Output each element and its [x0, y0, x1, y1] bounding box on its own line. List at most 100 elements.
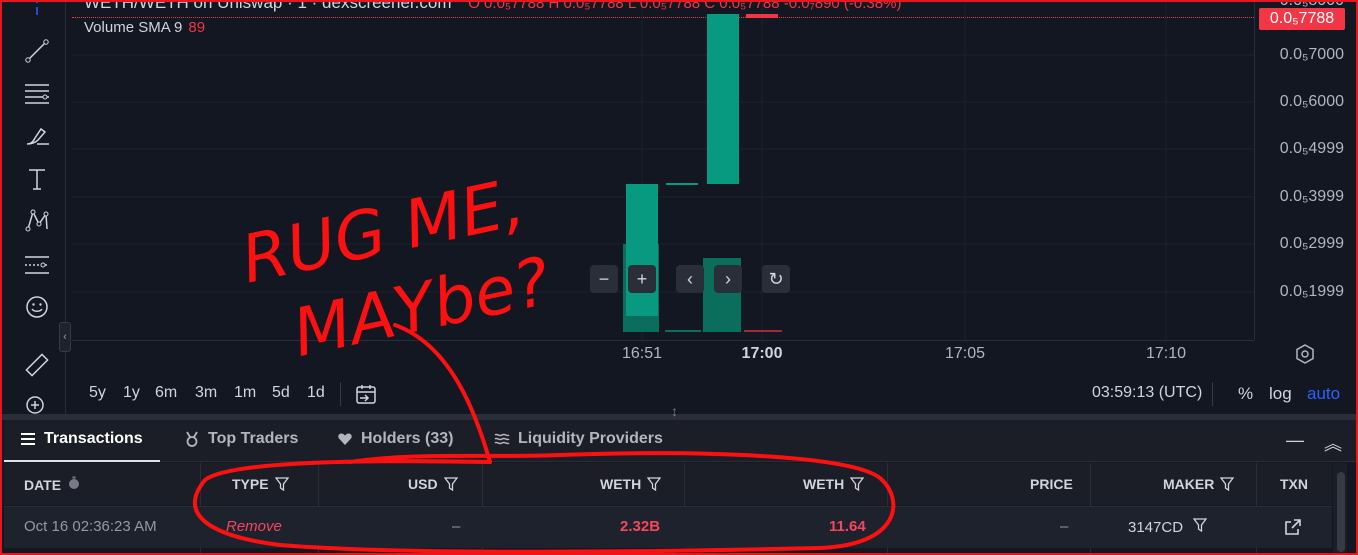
- current-price-tag: 0.0₅7788: [1259, 8, 1345, 30]
- panel-controls: — ︽: [1286, 430, 1342, 456]
- trend-line-icon[interactable]: [22, 36, 52, 66]
- time-tick: 17:00: [741, 345, 783, 362]
- price-tick: 0.0₅6000: [1279, 93, 1344, 110]
- range-5y-button[interactable]: 5y: [89, 384, 106, 402]
- header-date[interactable]: DATE: [24, 476, 81, 493]
- range-1y-button[interactable]: 1y: [123, 384, 140, 402]
- price-axis[interactable]: 0.0₅8000 0.0₅7000 0.0₅6000 0.0₅4999 0.0₅…: [1254, 0, 1358, 340]
- header-type[interactable]: TYPE: [232, 476, 289, 492]
- chart-header: WETH/WETH on Uniswap · 1 · dexscreener.c…: [84, 0, 901, 13]
- calendar-range-icon[interactable]: [354, 382, 378, 406]
- text-tool-icon[interactable]: [22, 164, 52, 194]
- log-scale-toggle[interactable]: log: [1269, 384, 1292, 404]
- header-txn: TXN: [1280, 476, 1308, 492]
- range-1m-button[interactable]: 1m: [234, 384, 256, 402]
- transactions-table-header: DATE TYPE USD WETH WETH PRICE MAKER TXN: [4, 463, 1332, 505]
- range-toolbar: 5y 1y 6m 3m 1m 5d 1d 03:59:13 (UTC) % lo…: [72, 376, 1358, 414]
- range-6m-button[interactable]: 6m: [155, 384, 177, 402]
- zoom-in-button[interactable]: +: [628, 265, 656, 293]
- filter-icon[interactable]: [849, 477, 865, 492]
- percent-scale-toggle[interactable]: %: [1238, 384, 1253, 404]
- scroll-left-button[interactable]: ‹: [676, 265, 704, 293]
- header-label: TYPE: [232, 476, 269, 492]
- tab-transactions[interactable]: Transactions: [20, 430, 143, 448]
- separator: [1212, 382, 1213, 406]
- filter-icon[interactable]: [1220, 477, 1235, 492]
- candle: [626, 184, 658, 316]
- filter-icon[interactable]: [1192, 518, 1208, 533]
- external-link-icon[interactable]: [1284, 518, 1302, 536]
- tab-top-traders[interactable]: Top Traders: [184, 430, 298, 448]
- separator: [340, 382, 341, 406]
- candles-layer: [72, 0, 1254, 340]
- volume-legend[interactable]: Volume SMA 9 89: [84, 19, 205, 36]
- header-maker[interactable]: MAKER: [1163, 476, 1235, 492]
- header-usd[interactable]: USD: [408, 476, 458, 492]
- resize-handle-icon[interactable]: ↕: [671, 403, 678, 419]
- scrollbar-thumb[interactable]: [1337, 472, 1345, 552]
- tab-label: Transactions: [44, 430, 143, 447]
- fib-retracement-icon[interactable]: [22, 78, 52, 108]
- volume-label: Volume SMA 9: [84, 19, 183, 36]
- candle: [746, 14, 778, 18]
- cell-weth-token: 2.32B: [620, 518, 661, 535]
- price-tick: 0.0₅1999: [1279, 283, 1344, 300]
- time-tick: 17:05: [944, 345, 986, 362]
- minimize-icon[interactable]: —: [1286, 430, 1304, 456]
- cell-usd: –: [452, 518, 461, 535]
- maximize-chevrons-icon[interactable]: ︽: [1324, 430, 1342, 456]
- header-label: WETH: [803, 476, 845, 492]
- prediction-icon[interactable]: [22, 250, 52, 280]
- header-price[interactable]: PRICE: [1030, 476, 1073, 492]
- drawing-toolbar: [4, 0, 66, 414]
- cell-date: Oct 16 02:36:23 AM: [24, 518, 157, 535]
- filter-icon[interactable]: [443, 477, 458, 492]
- tab-liquidity-providers[interactable]: Liquidity Providers: [494, 430, 663, 448]
- symbol-title: WETH/WETH on Uniswap · 1 · dexscreener.c…: [84, 0, 452, 12]
- pattern-icon[interactable]: [22, 206, 52, 236]
- tab-label: Holders (33): [361, 430, 454, 447]
- active-tab-indicator: [4, 460, 160, 462]
- header-weth-token[interactable]: WETH: [600, 476, 662, 492]
- range-3m-button[interactable]: 3m: [195, 384, 217, 402]
- price-chart[interactable]: WETH/WETH on Uniswap · 1 · dexscreener.c…: [72, 0, 1254, 340]
- cell-maker[interactable]: 3147CD: [1128, 518, 1208, 536]
- auto-scale-toggle[interactable]: auto: [1307, 384, 1340, 404]
- table-row[interactable]: Oct 16 02:36:23 AM Remove – 2.32B 11.64 …: [4, 506, 1332, 548]
- tab-label: Top Traders: [208, 430, 299, 447]
- range-1d-button[interactable]: 1d: [307, 384, 325, 402]
- scroll-right-button[interactable]: ›: [714, 265, 742, 293]
- utc-clock[interactable]: 03:59:13 (UTC): [1092, 384, 1202, 402]
- medal-icon: [184, 431, 200, 447]
- header-label: DATE: [24, 476, 62, 493]
- header-weth-quote[interactable]: WETH: [803, 476, 865, 492]
- time-axis[interactable]: 16:51 17:00 17:05 17:10: [72, 340, 1254, 374]
- bottom-tabs: Transactions Top Traders Holders (33) Li…: [4, 420, 1358, 462]
- crosshair-icon[interactable]: [22, 0, 52, 20]
- time-tick: 17:10: [1145, 345, 1187, 362]
- chart-settings-icon[interactable]: [1292, 341, 1318, 367]
- candle: [707, 14, 739, 184]
- ruler-icon[interactable]: [22, 350, 52, 380]
- tab-holders[interactable]: Holders (33): [337, 430, 453, 448]
- stopwatch-icon[interactable]: [67, 476, 81, 493]
- price-tick: 0.0₅2999: [1279, 235, 1344, 252]
- time-tick: 16:51: [621, 345, 663, 362]
- maker-address[interactable]: 3147CD: [1128, 519, 1183, 536]
- range-5d-button[interactable]: 5d: [272, 384, 290, 402]
- price-tick: 0.0₅3999: [1279, 188, 1344, 205]
- volume-bar: [665, 330, 701, 332]
- filter-icon[interactable]: [274, 477, 289, 492]
- volume-bar: [744, 330, 782, 332]
- ohlc-values: O 0.0₅7788 H 0.0₅7788 L 0.0₅7788 C 0.0₅7…: [468, 0, 902, 12]
- waves-icon: [494, 431, 510, 447]
- filter-icon[interactable]: [646, 477, 662, 492]
- zoom-out-button[interactable]: −: [590, 265, 618, 293]
- tab-label: Liquidity Providers: [518, 430, 663, 447]
- collapse-toolbar-button[interactable]: ‹: [59, 322, 71, 352]
- reset-chart-button[interactable]: ↻: [762, 265, 790, 293]
- cell-price: –: [1060, 518, 1069, 535]
- volume-value: 89: [188, 19, 206, 36]
- brush-icon[interactable]: [22, 121, 52, 151]
- smiley-icon[interactable]: [22, 292, 52, 322]
